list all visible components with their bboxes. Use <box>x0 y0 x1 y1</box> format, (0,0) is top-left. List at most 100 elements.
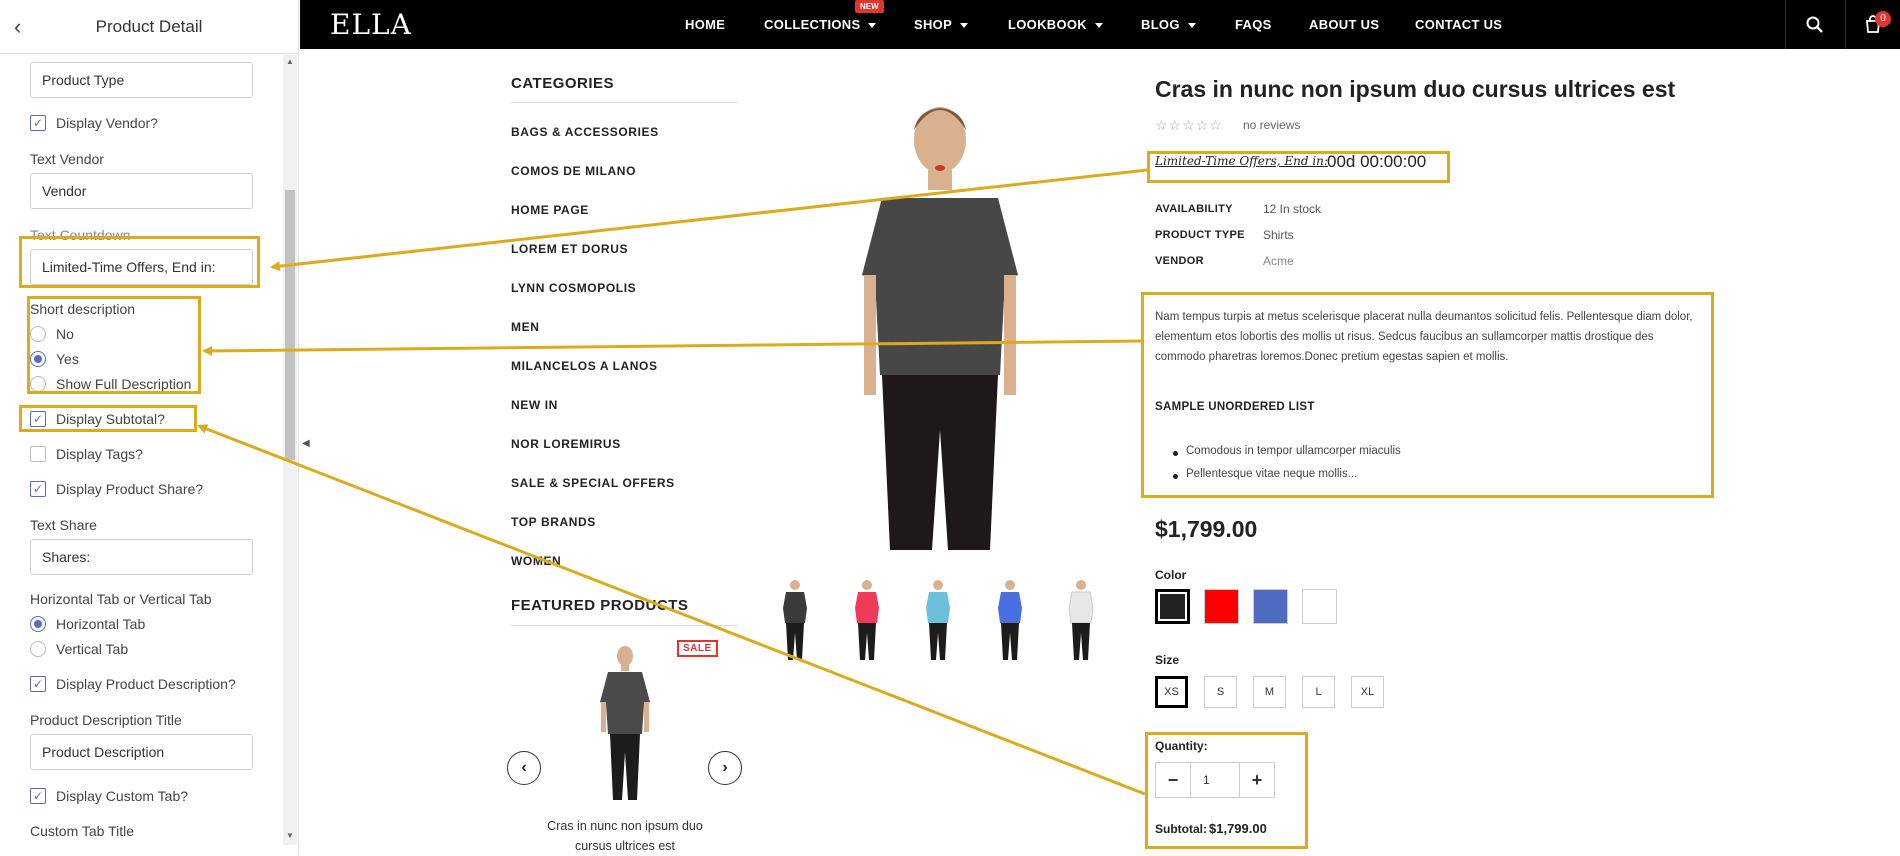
list-item: Comodous in tempor ullamcorper miaculis <box>1173 445 1401 457</box>
checkmark-icon: ✓ <box>30 115 46 131</box>
display-vendor-checkbox[interactable]: ✓ Display Vendor? <box>30 115 158 131</box>
tab-option-vertical[interactable]: Vertical Tab <box>30 641 128 657</box>
short-desc-option-full[interactable]: Show Full Description <box>30 376 191 392</box>
nav-lookbook[interactable]: LOOKBOOK <box>1008 17 1103 32</box>
nav-blog[interactable]: BLOG <box>1141 17 1196 32</box>
display-description-checkbox[interactable]: ✓ Display Product Description? <box>30 676 236 692</box>
category-link[interactable]: HOME PAGE <box>511 203 589 217</box>
category-link[interactable]: MILANCELOS A LANOS <box>511 359 658 373</box>
nav-shop[interactable]: SHOP <box>914 17 969 32</box>
top-navigation: ELLA HOME COLLECTIONS NEW SHOP LOOKBOOK … <box>300 0 1900 49</box>
size-option-l[interactable]: L <box>1302 676 1335 708</box>
display-subtotal-checkbox[interactable]: ✓ Display Subtotal? <box>30 411 165 427</box>
checkbox-label: Display Subtotal? <box>56 411 165 427</box>
color-swatch-blue[interactable] <box>1253 589 1288 624</box>
scrollbar-thumb[interactable] <box>285 190 295 460</box>
product-price: $1,799.00 <box>1155 516 1258 542</box>
nav-home[interactable]: HOME <box>685 17 725 32</box>
product-thumbnail[interactable] <box>852 578 882 660</box>
search-icon[interactable] <box>1805 15 1825 35</box>
display-tags-checkbox[interactable]: Display Tags? <box>30 446 143 462</box>
caret-down-icon <box>960 23 969 29</box>
featured-product-image[interactable] <box>590 642 660 802</box>
vendor-label: VENDOR <box>1155 255 1204 267</box>
quantity-increase-button[interactable]: + <box>1239 762 1275 798</box>
short-description: Nam tempus turpis at metus scelerisque p… <box>1155 311 1693 363</box>
featured-product-name[interactable]: Cras in nunc non ipsum duo cursus ultric… <box>540 816 710 856</box>
checkbox-label: Display Custom Tab? <box>56 788 189 804</box>
nav-about-us[interactable]: ABOUT US <box>1309 17 1379 32</box>
category-link[interactable]: MEN <box>511 320 539 334</box>
product-type-label: PRODUCT TYPE <box>1155 229 1245 241</box>
size-option-xs[interactable]: XS <box>1155 676 1188 708</box>
size-option-m[interactable]: M <box>1253 676 1286 708</box>
display-custom-tab-checkbox[interactable]: ✓ Display Custom Tab? <box>30 788 188 804</box>
category-link[interactable]: TOP BRANDS <box>511 515 596 529</box>
text-share-input[interactable]: Shares: <box>30 539 253 575</box>
size-label: Size <box>1155 653 1180 667</box>
star-rating-icon[interactable]: ☆☆☆☆☆ <box>1155 117 1223 134</box>
theme-editor-sidebar: ‹ Product Detail Product Type ✓ Display V… <box>0 0 299 856</box>
sidebar-scrollbar[interactable]: ▲ ▼ <box>283 55 297 845</box>
text-countdown-input[interactable]: Limited-Time Offers, End in: <box>30 249 253 285</box>
product-thumbnail[interactable] <box>780 578 810 660</box>
scroll-up-icon[interactable]: ▲ <box>286 57 294 66</box>
checkbox-empty-icon <box>30 446 46 462</box>
nav-collections[interactable]: COLLECTIONS <box>764 17 877 32</box>
category-link[interactable]: NOR LOREMIRUS <box>511 437 621 451</box>
checkbox-label: Display Product Description? <box>56 676 236 692</box>
color-swatch-red[interactable] <box>1204 589 1239 624</box>
back-arrow-icon[interactable]: ‹ <box>14 16 36 38</box>
text-vendor-input[interactable]: Vendor <box>30 173 253 209</box>
display-share-checkbox[interactable]: ✓ Display Product Share? <box>30 481 203 497</box>
category-link[interactable]: NEW IN <box>511 398 558 412</box>
product-type-input[interactable]: Product Type <box>30 62 253 98</box>
nav-divider <box>1785 0 1786 49</box>
cart-count-badge: 0 <box>1875 11 1891 27</box>
color-swatch-white[interactable] <box>1302 589 1337 624</box>
size-option-xl[interactable]: XL <box>1351 676 1384 708</box>
product-title: Cras in nunc non ipsum duo cursus ultric… <box>1155 76 1676 102</box>
vendor-value[interactable]: Acme <box>1263 254 1294 268</box>
desc-title-input[interactable]: Product Description <box>30 734 253 770</box>
carousel-prev-button[interactable]: ‹ <box>507 751 541 785</box>
product-thumbnail[interactable] <box>1066 578 1096 660</box>
scroll-down-icon[interactable]: ▼ <box>286 831 294 840</box>
category-link[interactable]: COMOS DE MILANO <box>511 164 636 178</box>
category-link[interactable]: LOREM ET DORUS <box>511 242 628 256</box>
quantity-decrease-button[interactable]: − <box>1155 762 1191 798</box>
product-main-image[interactable] <box>830 90 1050 550</box>
radio-icon <box>30 326 46 342</box>
text-countdown-label: Text Countdown <box>30 227 131 243</box>
category-link[interactable]: BAGS & ACCESSORIES <box>511 125 659 139</box>
color-label: Color <box>1155 568 1187 582</box>
short-desc-option-no[interactable]: No <box>30 326 74 342</box>
product-thumbnail[interactable] <box>995 578 1025 660</box>
nav-contact-us[interactable]: CONTACT US <box>1415 17 1502 32</box>
category-link[interactable]: LYNN COSMOPOLIS <box>511 281 636 295</box>
collapse-sidebar-icon[interactable]: ◀ <box>302 438 316 468</box>
category-link[interactable]: SALE & SPECIAL OFFERS <box>511 476 675 490</box>
radio-selected-icon <box>30 616 46 632</box>
divider <box>511 102 738 103</box>
nav-faqs[interactable]: FAQS <box>1235 17 1272 32</box>
radio-label: Vertical Tab <box>56 641 129 657</box>
sale-badge: SALE <box>677 640 718 657</box>
short-desc-option-yes[interactable]: Yes <box>30 351 79 367</box>
desc-title-label: Product Description Title <box>30 712 182 728</box>
sidebar-header: ‹ Product Detail <box>0 0 298 54</box>
product-thumbnail[interactable] <box>923 578 953 660</box>
tab-option-horizontal[interactable]: Horizontal Tab <box>30 616 145 632</box>
reviews-count[interactable]: no reviews <box>1243 118 1300 132</box>
sidebar-title: Product Detail <box>95 16 203 36</box>
product-type-value[interactable]: Shirts <box>1263 228 1294 242</box>
carousel-next-button[interactable]: › <box>708 751 742 785</box>
store-logo[interactable]: ELLA <box>330 8 412 41</box>
sidebar-settings: Product Type ✓ Display Vendor? Text Vendo… <box>0 55 275 845</box>
checkmark-icon: ✓ <box>30 788 46 804</box>
size-option-s[interactable]: S <box>1204 676 1237 708</box>
category-link[interactable]: WOMEN <box>511 554 561 568</box>
quantity-input[interactable]: 1 <box>1190 762 1240 798</box>
radio-icon <box>30 641 46 657</box>
color-swatch-black[interactable] <box>1155 589 1190 624</box>
